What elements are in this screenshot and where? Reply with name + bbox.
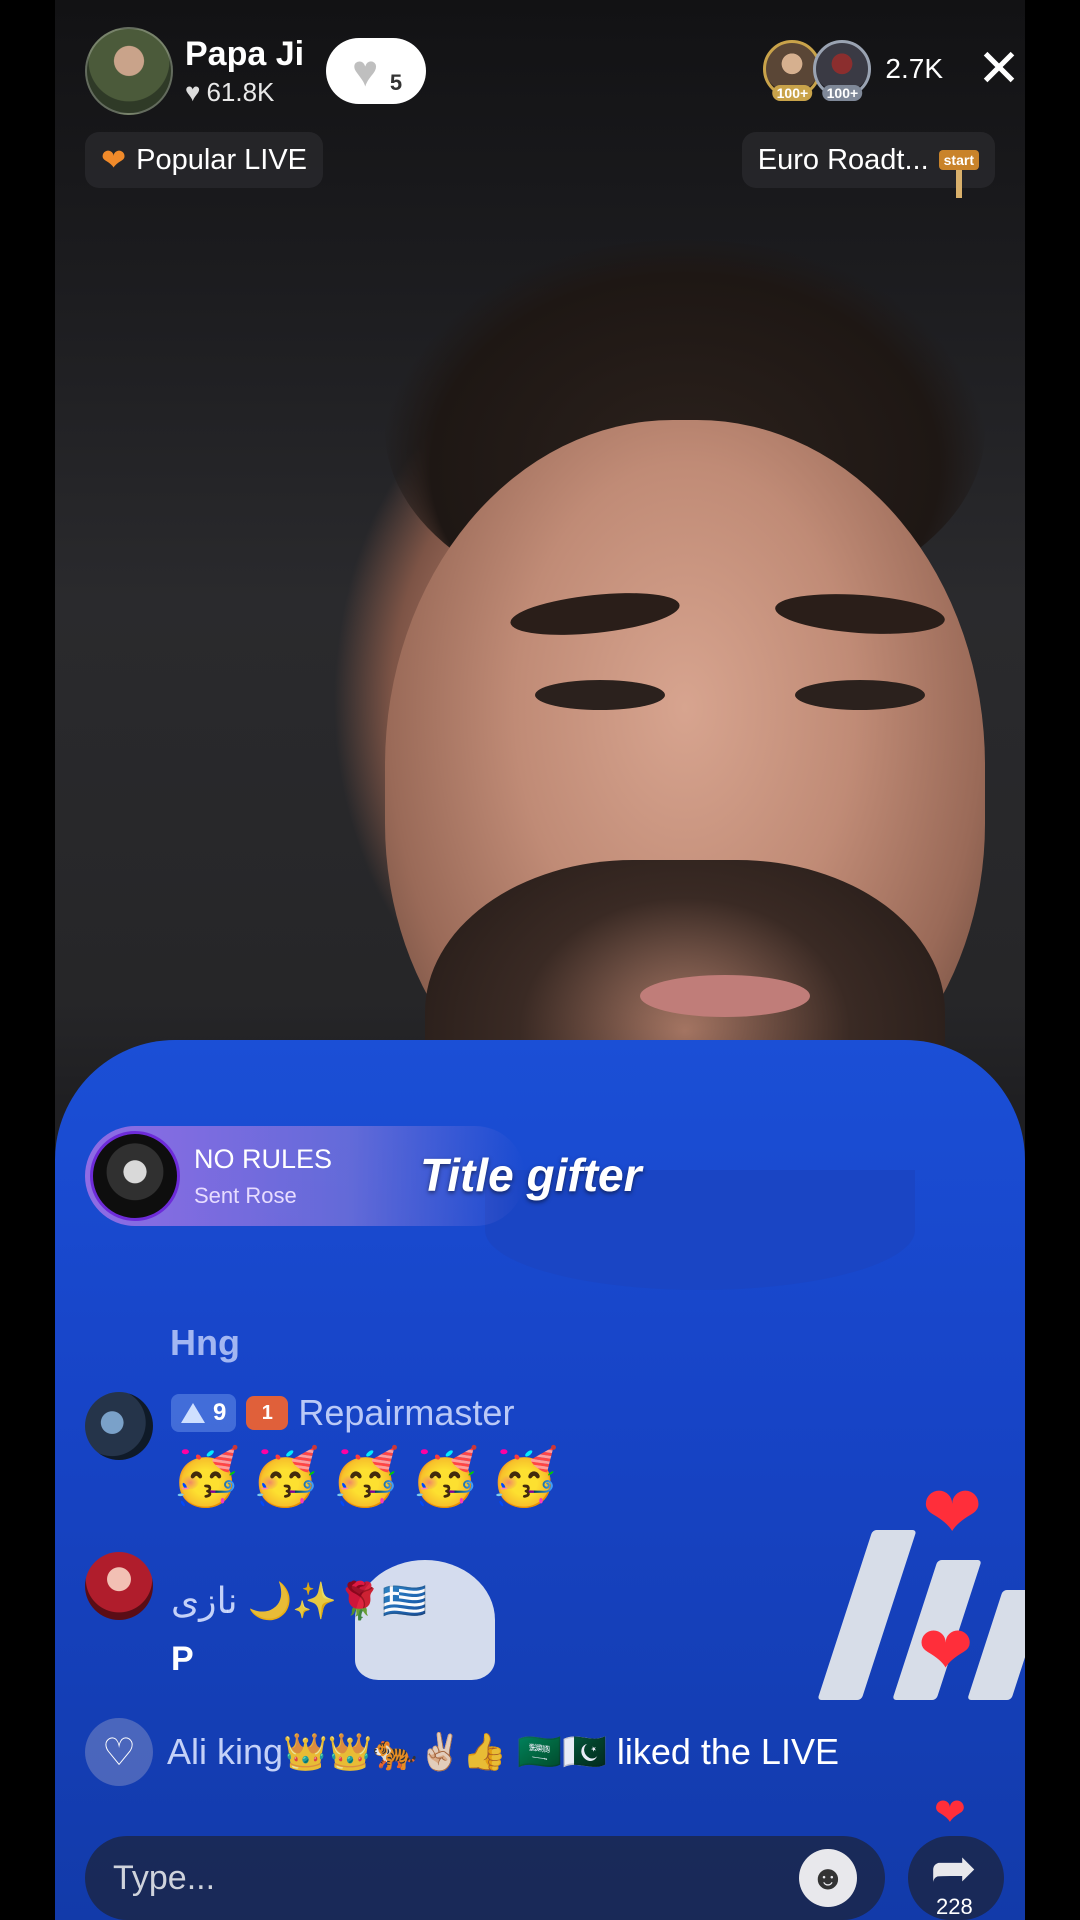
comment-faded: Hng [170, 1322, 240, 1363]
share-count: 228 [936, 1894, 973, 1919]
top-viewer-avatar[interactable]: 100+ [813, 40, 872, 101]
floating-heart-icon: ❤ [934, 1792, 966, 1834]
heart-icon: ♥ [185, 76, 201, 107]
euro-roadtrip-label: Euro Roadt... [757, 143, 929, 176]
fan-badge: 1 [246, 1396, 289, 1430]
heart-icon: ♥ [352, 47, 379, 96]
gifter-name: NO RULES [194, 1143, 333, 1174]
comment-message: P [171, 1640, 194, 1678]
comment-message: 🥳🥳🥳🥳🥳 [171, 1445, 570, 1508]
share-arrow-icon: ➦ [930, 1836, 977, 1899]
viewer-count[interactable]: 2.7K [885, 53, 943, 85]
level-icon [181, 1403, 205, 1423]
host-avatar[interactable] [85, 27, 173, 115]
commenter-avatar[interactable] [85, 1552, 153, 1620]
comment-input[interactable]: Type... [113, 1859, 799, 1898]
video-mouth [640, 975, 810, 1017]
comment-body: 9 1 Repairmaster 🥳🥳🥳🥳🥳 [171, 1392, 570, 1510]
title-gifter-label: Title gifter [420, 1149, 642, 1201]
video-eye-left [535, 680, 665, 710]
level-badge: 9 [171, 1394, 237, 1432]
comment-item: 9 1 Repairmaster 🥳🥳🥳🥳🥳 [85, 1392, 570, 1510]
host-header[interactable]: Papa Ji ♥ 61.8K ♥ 5 [85, 27, 427, 115]
popular-live-chip[interactable]: ❤ Popular LIVE [85, 132, 324, 188]
commenter-name[interactable]: نازی 🌙✨🌹🇬🇷 [171, 1580, 427, 1622]
emoji-icon[interactable]: ☻ [799, 1849, 857, 1907]
follow-count: 5 [389, 70, 403, 95]
viewer-badge: 100+ [822, 85, 863, 101]
orange-heart-icon: ❤ [101, 143, 127, 177]
signpost-icon: start [938, 150, 979, 170]
commenter-avatar[interactable] [85, 1392, 153, 1460]
heart-outline-icon[interactable]: ♡ [85, 1718, 153, 1786]
floating-heart-icon: ❤ [922, 1473, 983, 1553]
liked-text: Ali king👑👑🐅✌🏻👍 🇸🇦🇵🇰 liked the LIVE [167, 1731, 839, 1773]
comment-item: نازی 🌙✨🌹🇬🇷 P [85, 1552, 427, 1679]
comment-body: نازی 🌙✨🌹🇬🇷 P [171, 1580, 427, 1679]
gift-action: Sent Rose [194, 1182, 297, 1208]
liked-suffix: liked the LIVE [616, 1731, 839, 1772]
gift-text: NO RULES Sent Rose [194, 1144, 332, 1209]
video-eye-right [795, 680, 925, 710]
liker-name[interactable]: Ali king👑👑🐅✌🏻👍 🇸🇦🇵🇰 [167, 1731, 607, 1772]
close-icon[interactable]: ✕ [973, 43, 1025, 95]
host-likes-count: 61.8K [206, 76, 275, 107]
commenter-name[interactable]: Repairmaster [298, 1392, 514, 1434]
follow-button[interactable]: ♥ 5 [326, 38, 427, 104]
euro-roadtrip-chip[interactable]: Euro Roadt... start [741, 132, 995, 188]
host-likes: ♥ 61.8K [185, 77, 304, 108]
host-name: Papa Ji [185, 34, 305, 73]
viewer-area[interactable]: 100+ 100+ 2.7K ✕ [763, 40, 1025, 101]
floating-heart-icon: ❤ [918, 1613, 974, 1687]
level-number: 9 [213, 1399, 227, 1426]
host-info: Papa Ji ♥ 61.8K [185, 35, 304, 108]
comment-meta: 9 1 Repairmaster [171, 1392, 570, 1434]
popular-live-label: Popular LIVE [136, 143, 308, 176]
gifter-avatar[interactable] [90, 1131, 180, 1221]
share-button[interactable]: ➦ 228 [908, 1836, 1004, 1920]
comment-input-bar[interactable]: Type... ☻ [85, 1836, 885, 1920]
liked-notice: ♡ Ali king👑👑🐅✌🏻👍 🇸🇦🇵🇰 liked the LIVE [85, 1718, 839, 1786]
viewer-badge: 100+ [772, 85, 813, 101]
